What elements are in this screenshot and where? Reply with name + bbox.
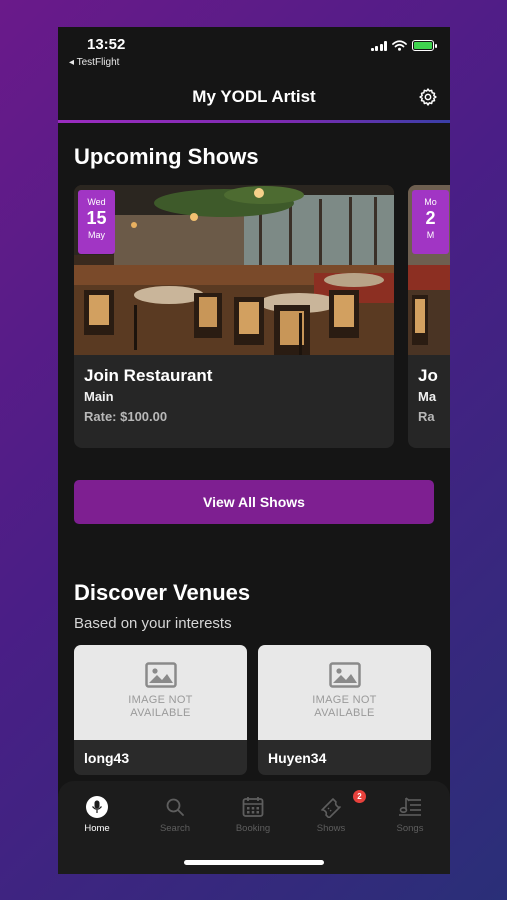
show-venue-name: Join Restaurant (84, 366, 213, 385)
tab-label: Shows (316, 823, 346, 834)
status-time: 13:52 (87, 36, 126, 53)
header-divider (58, 120, 450, 123)
show-date-badge: Mo 2 M (412, 190, 449, 254)
venue-name: long43 (84, 750, 130, 766)
show-card[interactable]: Mo 2 M Jo Ma Ra (408, 185, 450, 448)
tab-label: Home (84, 823, 110, 834)
show-stage: Main (84, 389, 114, 404)
show-venue-name: Jo (418, 366, 438, 385)
show-stage: Ma (418, 389, 437, 404)
restaurant-photo (74, 185, 394, 355)
show-month: M (426, 230, 435, 240)
venue-name: Huyen34 (268, 750, 327, 766)
image-placeholder-icon (144, 662, 177, 688)
tab-booking[interactable]: Booking (223, 795, 283, 834)
image-placeholder-icon (328, 662, 361, 688)
app-screen: 13:52 ◂ TestFlight My YODL Artist Upcomi… (58, 27, 450, 874)
show-day: 15 (86, 208, 107, 228)
status-icons (370, 40, 437, 51)
battery-icon (412, 40, 437, 51)
tab-shows[interactable]: 2 Shows (301, 790, 366, 834)
show-weekday: Wed (87, 197, 106, 207)
upcoming-shows-heading: Upcoming Shows (74, 144, 259, 169)
tab-label: Songs (396, 823, 424, 834)
calendar-icon (240, 795, 266, 819)
tab-label: Booking (235, 823, 271, 834)
venue-card[interactable]: IMAGE NOT AVAILABLE long43 (74, 645, 247, 775)
wifi-icon (392, 40, 407, 51)
home-indicator[interactable] (184, 860, 324, 865)
tab-search[interactable]: Search (145, 795, 205, 834)
show-date-badge: Wed 15 May (78, 190, 115, 254)
search-icon (162, 795, 188, 819)
tab-label: Search (159, 823, 191, 834)
cellular-signal-icon (370, 40, 387, 51)
ticket-icon: 2 (318, 790, 366, 819)
discover-subtitle: Based on your interests (74, 615, 232, 632)
venue-card[interactable]: IMAGE NOT AVAILABLE Huyen34 (258, 645, 431, 775)
show-weekday: Mo (424, 197, 437, 207)
image-not-available-text: IMAGE NOT AVAILABLE (312, 694, 377, 719)
venue-image-placeholder: IMAGE NOT AVAILABLE (74, 645, 247, 740)
gear-icon[interactable] (418, 87, 438, 107)
tab-home[interactable]: Home (67, 795, 127, 834)
venue-image-placeholder: IMAGE NOT AVAILABLE (258, 645, 431, 740)
show-rate: Rate: $100.00 (84, 409, 168, 424)
microphone-icon (84, 795, 110, 819)
show-day: 2 (425, 208, 436, 228)
tab-songs[interactable]: Songs (380, 795, 440, 834)
status-bar: 13:52 ◂ TestFlight (58, 27, 450, 73)
discover-venues-heading: Discover Venues (74, 580, 251, 605)
view-all-shows-button[interactable]: View All Shows (74, 480, 434, 524)
page-title: My YODL Artist (192, 87, 316, 106)
shows-notification-badge: 2 (353, 790, 366, 803)
back-to-testflight-link[interactable]: ◂ TestFlight (69, 57, 119, 68)
music-list-icon (397, 795, 423, 819)
image-not-available-text: IMAGE NOT AVAILABLE (128, 694, 193, 719)
show-card[interactable]: Wed 15 May Join Restaurant Main Rate: $1… (74, 185, 394, 448)
nav-bar: My YODL Artist (58, 73, 450, 121)
show-rate: Ra (418, 409, 435, 424)
show-month: May (87, 230, 105, 240)
